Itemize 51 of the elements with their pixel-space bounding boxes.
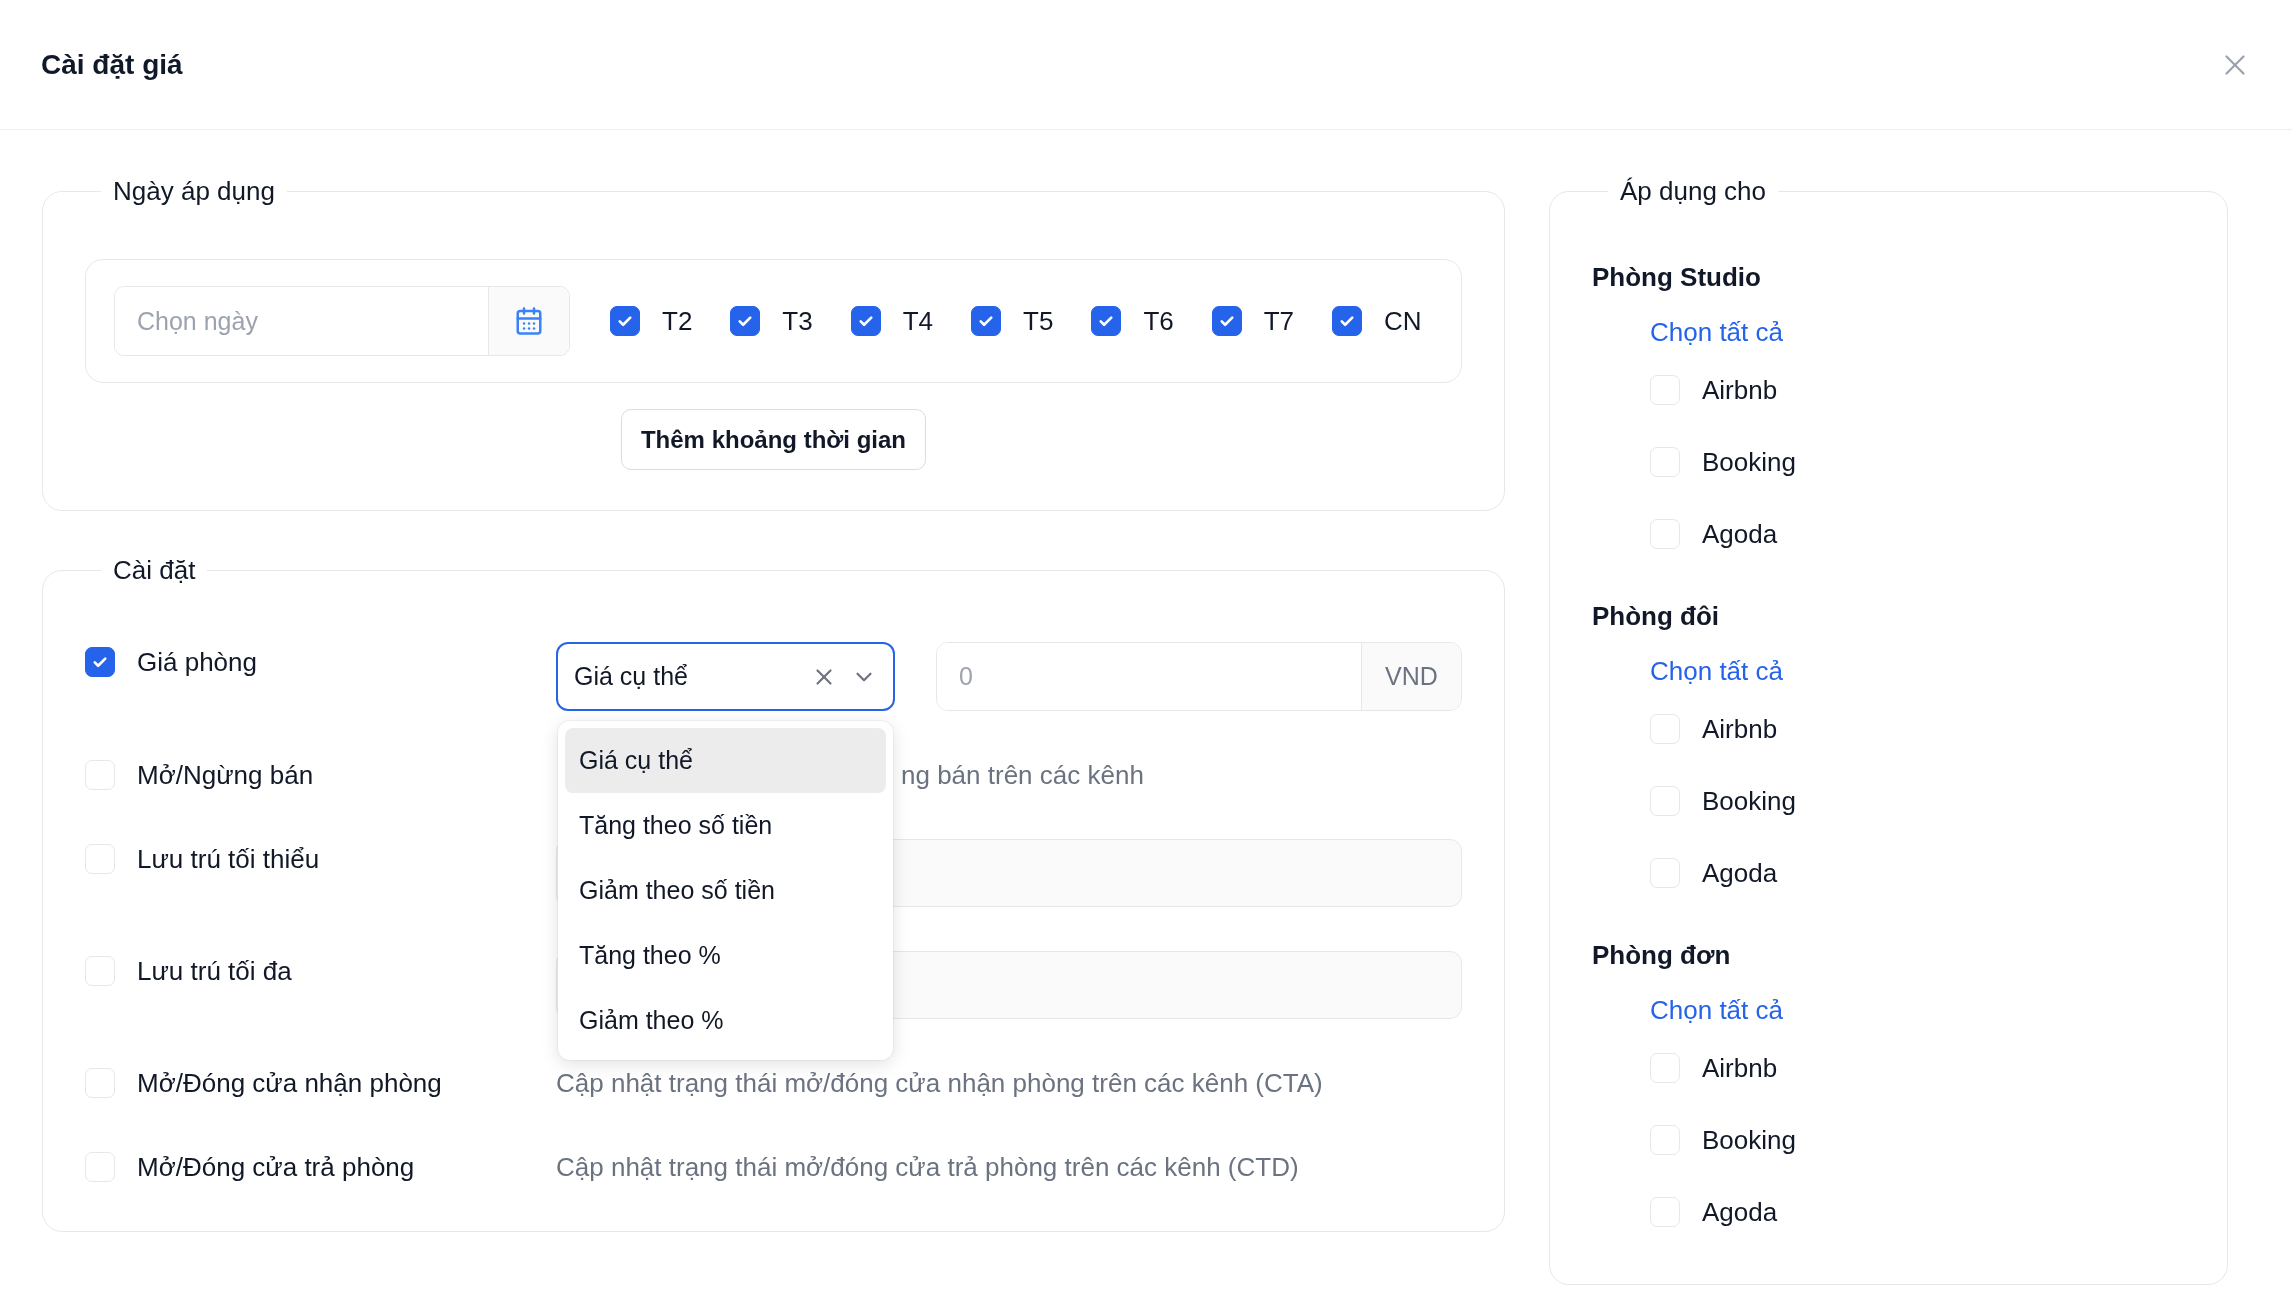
price-type-select[interactable]: Giá cụ thể	[556, 642, 895, 711]
section-legend: Cài đặt	[101, 555, 208, 586]
calendar-icon[interactable]	[514, 306, 544, 336]
select-all-link[interactable]: Chọn tất cả	[1650, 990, 1783, 1030]
checkbox[interactable]	[730, 306, 761, 336]
currency-unit: VND	[1385, 662, 1438, 691]
channel-label: Booking	[1702, 446, 1796, 478]
section-legend: Áp dụng cho	[1608, 176, 1778, 207]
setting-label: Mở/Đóng cửa trả phòng	[137, 1151, 415, 1183]
room-type-title: Phòng Studio	[1592, 261, 1762, 294]
checkbox[interactable]	[850, 306, 881, 336]
checkbox[interactable]	[610, 306, 640, 336]
weekday-label: T3	[782, 305, 813, 337]
checkbox[interactable]	[1091, 306, 1122, 336]
setting-label: Giá phòng	[137, 646, 257, 678]
channel-label: Booking	[1702, 785, 1796, 817]
channel-label: Agoda	[1702, 1196, 1778, 1228]
setting-label: Lưu trú tối đa	[137, 955, 292, 987]
channel-label: Airbnb	[1702, 374, 1778, 406]
setting-label: Lưu trú tối thiểu	[137, 843, 320, 875]
description-text: ng bán trên các kênh	[901, 759, 1144, 792]
select-all-link[interactable]: Chọn tất cả	[1650, 651, 1783, 691]
add-time-range-button[interactable]: Thêm khoảng thời gian	[620, 409, 927, 470]
section-legend: Ngày áp dụng	[101, 176, 287, 207]
setting-label: Mở/Đóng cửa nhận phòng	[137, 1067, 442, 1099]
dropdown-option[interactable]: Giá cụ thể	[565, 728, 886, 793]
setting-label: Mở/Ngừng bán	[137, 759, 314, 791]
weekday-label: T4	[902, 305, 934, 337]
select-all-link[interactable]: Chọn tất cả	[1650, 312, 1783, 352]
weekday-label: T2	[662, 305, 693, 337]
weekday-label: T7	[1263, 305, 1295, 337]
channel-label: Booking	[1702, 1124, 1796, 1156]
description-text: Cập nhật trạng thái mở/đóng cửa trả phòng trên các kênh (CTD)	[556, 1151, 1299, 1184]
checkbox[interactable]	[85, 647, 115, 677]
checkbox[interactable]	[1211, 306, 1242, 336]
channel-label: Agoda	[1702, 857, 1778, 889]
channel-label: Airbnb	[1702, 1052, 1778, 1084]
weekday-label: T5	[1023, 305, 1054, 337]
channel-label: Airbnb	[1702, 713, 1778, 745]
select-value: Giá cụ thể	[574, 662, 689, 691]
channel-label: Agoda	[1702, 518, 1778, 550]
weekday-label: CN	[1384, 305, 1422, 337]
checkbox[interactable]	[1332, 306, 1363, 336]
amount-field[interactable]: 0 VND	[936, 642, 1462, 711]
room-type-title: Phòng đơn	[1592, 939, 1732, 972]
description-text: Cập nhật trạng thái mở/đóng cửa nhận phòng trên các kênh (CTA)	[556, 1067, 1323, 1100]
date-field[interactable]: Chọn ngày	[114, 286, 570, 356]
room-type-title: Phòng đôi	[1592, 600, 1721, 633]
weekday-label: T6	[1143, 305, 1174, 337]
dialog-title: Cài đặt giá	[41, 48, 183, 81]
checkbox[interactable]	[971, 306, 1002, 336]
